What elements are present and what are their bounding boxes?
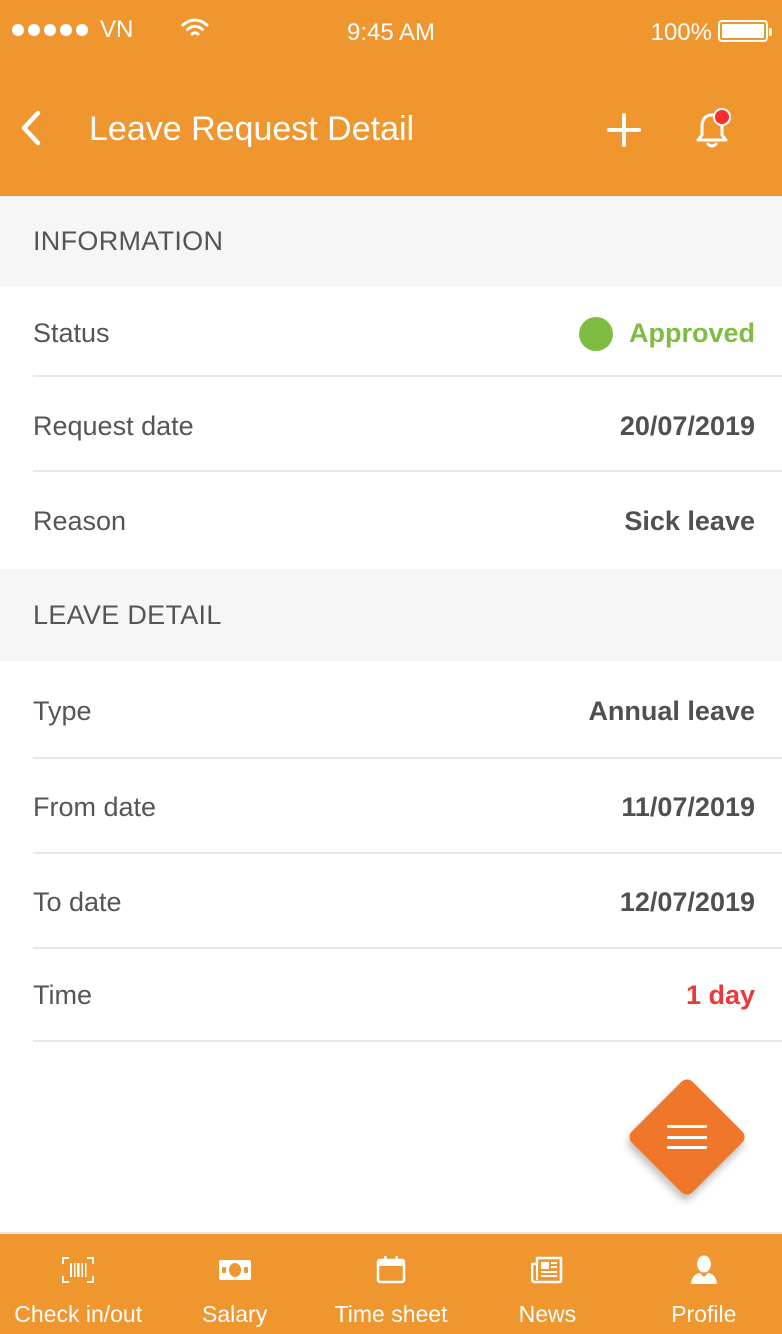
barcode-icon — [62, 1250, 95, 1290]
from-date-label: From date — [33, 792, 157, 822]
newspaper-icon — [531, 1250, 563, 1290]
from-date-value: 11/07/2019 — [621, 792, 755, 822]
to-date-value: 12/07/2019 — [619, 887, 755, 917]
request-date-value: 20/07/2019 — [619, 411, 755, 441]
reason-value: Sick leave — [624, 506, 755, 536]
chevron-left-icon — [21, 110, 41, 146]
information-section-header: INFORMATION — [0, 196, 782, 286]
time-row: Time 1 day — [0, 948, 782, 1043]
tab-news[interactable]: News — [469, 1234, 625, 1334]
tab-label: Time sheet — [334, 1301, 448, 1327]
to-date-label: To date — [33, 887, 122, 917]
status-label: Status — [33, 318, 110, 348]
type-value: Annual leave — [588, 696, 755, 726]
divider — [33, 757, 782, 759]
to-date-row: To date 12/07/2019 — [0, 855, 782, 950]
battery-percent: 100% — [650, 19, 712, 46]
tab-profile[interactable]: Profile — [626, 1234, 782, 1334]
app-header: VN 9:45 AM 100% Leave Request Detail — [0, 0, 782, 196]
tab-time-sheet[interactable]: Time sheet — [313, 1234, 469, 1334]
time-label: Time — [33, 980, 92, 1010]
status-text: Approved — [628, 318, 755, 348]
menu-fab-button[interactable] — [626, 1076, 748, 1198]
page-title: Leave Request Detail — [89, 110, 415, 148]
tab-check-in-out[interactable]: Check in/out — [0, 1234, 156, 1334]
divider — [33, 375, 782, 377]
bottom-nav: Check in/out Salary Time sheet News Prof… — [0, 1232, 782, 1334]
reason-label: Reason — [33, 506, 127, 536]
add-button[interactable] — [602, 108, 646, 152]
calendar-icon — [376, 1250, 406, 1290]
divider — [33, 470, 782, 472]
request-date-row: Request date 20/07/2019 — [0, 379, 782, 474]
plus-icon — [607, 113, 641, 147]
reason-row: Reason Sick leave — [0, 474, 782, 569]
notifications-button[interactable] — [692, 106, 736, 152]
section-title: LEAVE DETAIL — [33, 599, 222, 630]
tab-label: Salary — [202, 1301, 268, 1327]
status-row: Status Approved — [0, 286, 782, 381]
tab-label: Profile — [671, 1301, 737, 1327]
back-button[interactable] — [14, 108, 48, 148]
section-title: INFORMATION — [33, 225, 224, 256]
nav-bar: Leave Request Detail — [0, 80, 782, 180]
user-icon — [690, 1250, 718, 1290]
time-value: 1 day — [685, 980, 755, 1010]
battery-icon — [718, 20, 772, 42]
bell-icon — [696, 108, 731, 148]
leave-detail-section-header: LEAVE DETAIL — [0, 569, 782, 661]
type-row: Type Annual leave — [0, 664, 782, 759]
tab-salary[interactable]: Salary — [156, 1234, 312, 1334]
request-date-label: Request date — [33, 411, 194, 441]
divider — [33, 1040, 782, 1042]
status-indicator-icon — [578, 316, 613, 351]
money-icon — [218, 1250, 252, 1290]
from-date-row: From date 11/07/2019 — [0, 760, 782, 855]
type-label: Type — [33, 696, 92, 726]
status-value: Approved — [578, 316, 755, 351]
tab-label: News — [518, 1301, 577, 1327]
divider — [33, 852, 782, 854]
tab-label: Check in/out — [14, 1301, 143, 1327]
status-bar: VN 9:45 AM 100% — [0, 0, 782, 64]
